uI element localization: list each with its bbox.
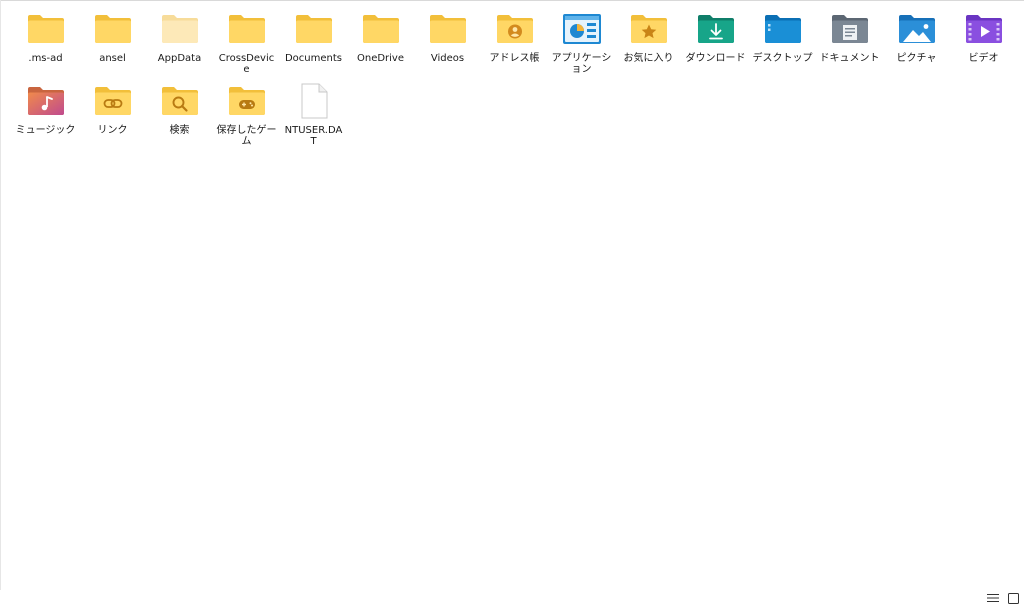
folder-item-links[interactable]: リンク bbox=[79, 78, 146, 150]
folder-item-videos[interactable]: Videos bbox=[414, 6, 481, 78]
folder-icon bbox=[93, 11, 133, 47]
folder-item-music[interactable]: ミュージック bbox=[12, 78, 79, 150]
item-label: アプリケーション bbox=[551, 53, 612, 75]
details-view-button[interactable] bbox=[985, 590, 1001, 606]
folder-item-documents[interactable]: Documents bbox=[280, 6, 347, 78]
folder-item-searches[interactable]: 検索 bbox=[146, 78, 213, 150]
item-label: CrossDevice bbox=[218, 53, 275, 75]
item-label: お気に入り bbox=[623, 53, 674, 64]
item-label: ansel bbox=[99, 53, 126, 64]
item-label: NTUSER.DAT bbox=[284, 125, 343, 147]
folder-icon bbox=[361, 11, 401, 47]
folder-item-ms-ad[interactable]: .ms-ad bbox=[12, 6, 79, 78]
folder-item-documents-jp[interactable]: ドキュメント bbox=[816, 6, 883, 78]
file-row: ミュージック リンク 検索 保存したゲーム NTUSER.DAT bbox=[12, 78, 1022, 150]
folder-icon bbox=[428, 11, 468, 47]
desktop-folder-icon bbox=[763, 11, 803, 47]
music-folder-icon bbox=[26, 83, 66, 119]
item-label: .ms-ad bbox=[28, 53, 63, 64]
folder-item-downloads[interactable]: ダウンロード bbox=[682, 6, 749, 78]
file-item-ntuser-dat[interactable]: NTUSER.DAT bbox=[280, 78, 347, 150]
folder-icon bbox=[26, 11, 66, 47]
file-explorer-window: .ms-ad ansel AppData CrossDevice Documen… bbox=[0, 0, 1024, 606]
left-border bbox=[0, 0, 1, 590]
item-label: リンク bbox=[97, 125, 128, 136]
links-folder-icon bbox=[93, 83, 133, 119]
top-border bbox=[0, 0, 1024, 1]
item-label: ドキュメント bbox=[819, 53, 880, 64]
large-icons-view-button[interactable] bbox=[1005, 590, 1021, 606]
folder-item-contacts[interactable]: アドレス帳 bbox=[481, 6, 548, 78]
folder-item-applications[interactable]: アプリケーション bbox=[548, 6, 615, 78]
item-label: AppData bbox=[157, 53, 202, 64]
contacts-folder-icon bbox=[495, 11, 535, 47]
favorites-folder-icon bbox=[629, 11, 669, 47]
searches-folder-icon bbox=[160, 83, 200, 119]
item-label: Videos bbox=[430, 53, 465, 64]
large-icons-view-icon bbox=[1007, 592, 1019, 604]
folder-item-favorites[interactable]: お気に入り bbox=[615, 6, 682, 78]
saved-games-folder-icon bbox=[227, 83, 267, 119]
folder-item-saved-games[interactable]: 保存したゲーム bbox=[213, 78, 280, 150]
downloads-folder-icon bbox=[696, 11, 736, 47]
folder-icon bbox=[294, 11, 334, 47]
item-label: Documents bbox=[284, 53, 343, 64]
folder-item-appdata[interactable]: AppData bbox=[146, 6, 213, 78]
videos-folder-icon bbox=[964, 11, 1004, 47]
folder-item-crossdevice[interactable]: CrossDevice bbox=[213, 6, 280, 78]
details-view-icon bbox=[987, 594, 999, 602]
folder-item-onedrive[interactable]: OneDrive bbox=[347, 6, 414, 78]
folder-item-ansel[interactable]: ansel bbox=[79, 6, 146, 78]
item-label: 保存したゲーム bbox=[216, 125, 277, 147]
applications-icon bbox=[562, 11, 602, 47]
item-label: ピクチャ bbox=[896, 53, 937, 64]
status-bar bbox=[0, 590, 1024, 606]
item-label: 検索 bbox=[169, 125, 190, 136]
item-label: ビデオ bbox=[968, 53, 999, 64]
item-label: アドレス帳 bbox=[489, 53, 540, 64]
file-icon bbox=[294, 83, 334, 119]
folder-item-videos-jp[interactable]: ビデオ bbox=[950, 6, 1017, 78]
folder-icon bbox=[227, 11, 267, 47]
folder-item-desktop[interactable]: デスクトップ bbox=[749, 6, 816, 78]
item-label: ダウンロード bbox=[685, 53, 746, 64]
file-grid: .ms-ad ansel AppData CrossDevice Documen… bbox=[12, 6, 1022, 150]
folder-hidden-icon bbox=[160, 11, 200, 47]
folder-item-pictures[interactable]: ピクチャ bbox=[883, 6, 950, 78]
pictures-folder-icon bbox=[897, 11, 937, 47]
file-row: .ms-ad ansel AppData CrossDevice Documen… bbox=[12, 6, 1022, 78]
item-label: OneDrive bbox=[356, 53, 405, 64]
documents-folder-icon bbox=[830, 11, 870, 47]
item-label: ミュージック bbox=[15, 125, 76, 136]
item-label: デスクトップ bbox=[752, 53, 813, 64]
